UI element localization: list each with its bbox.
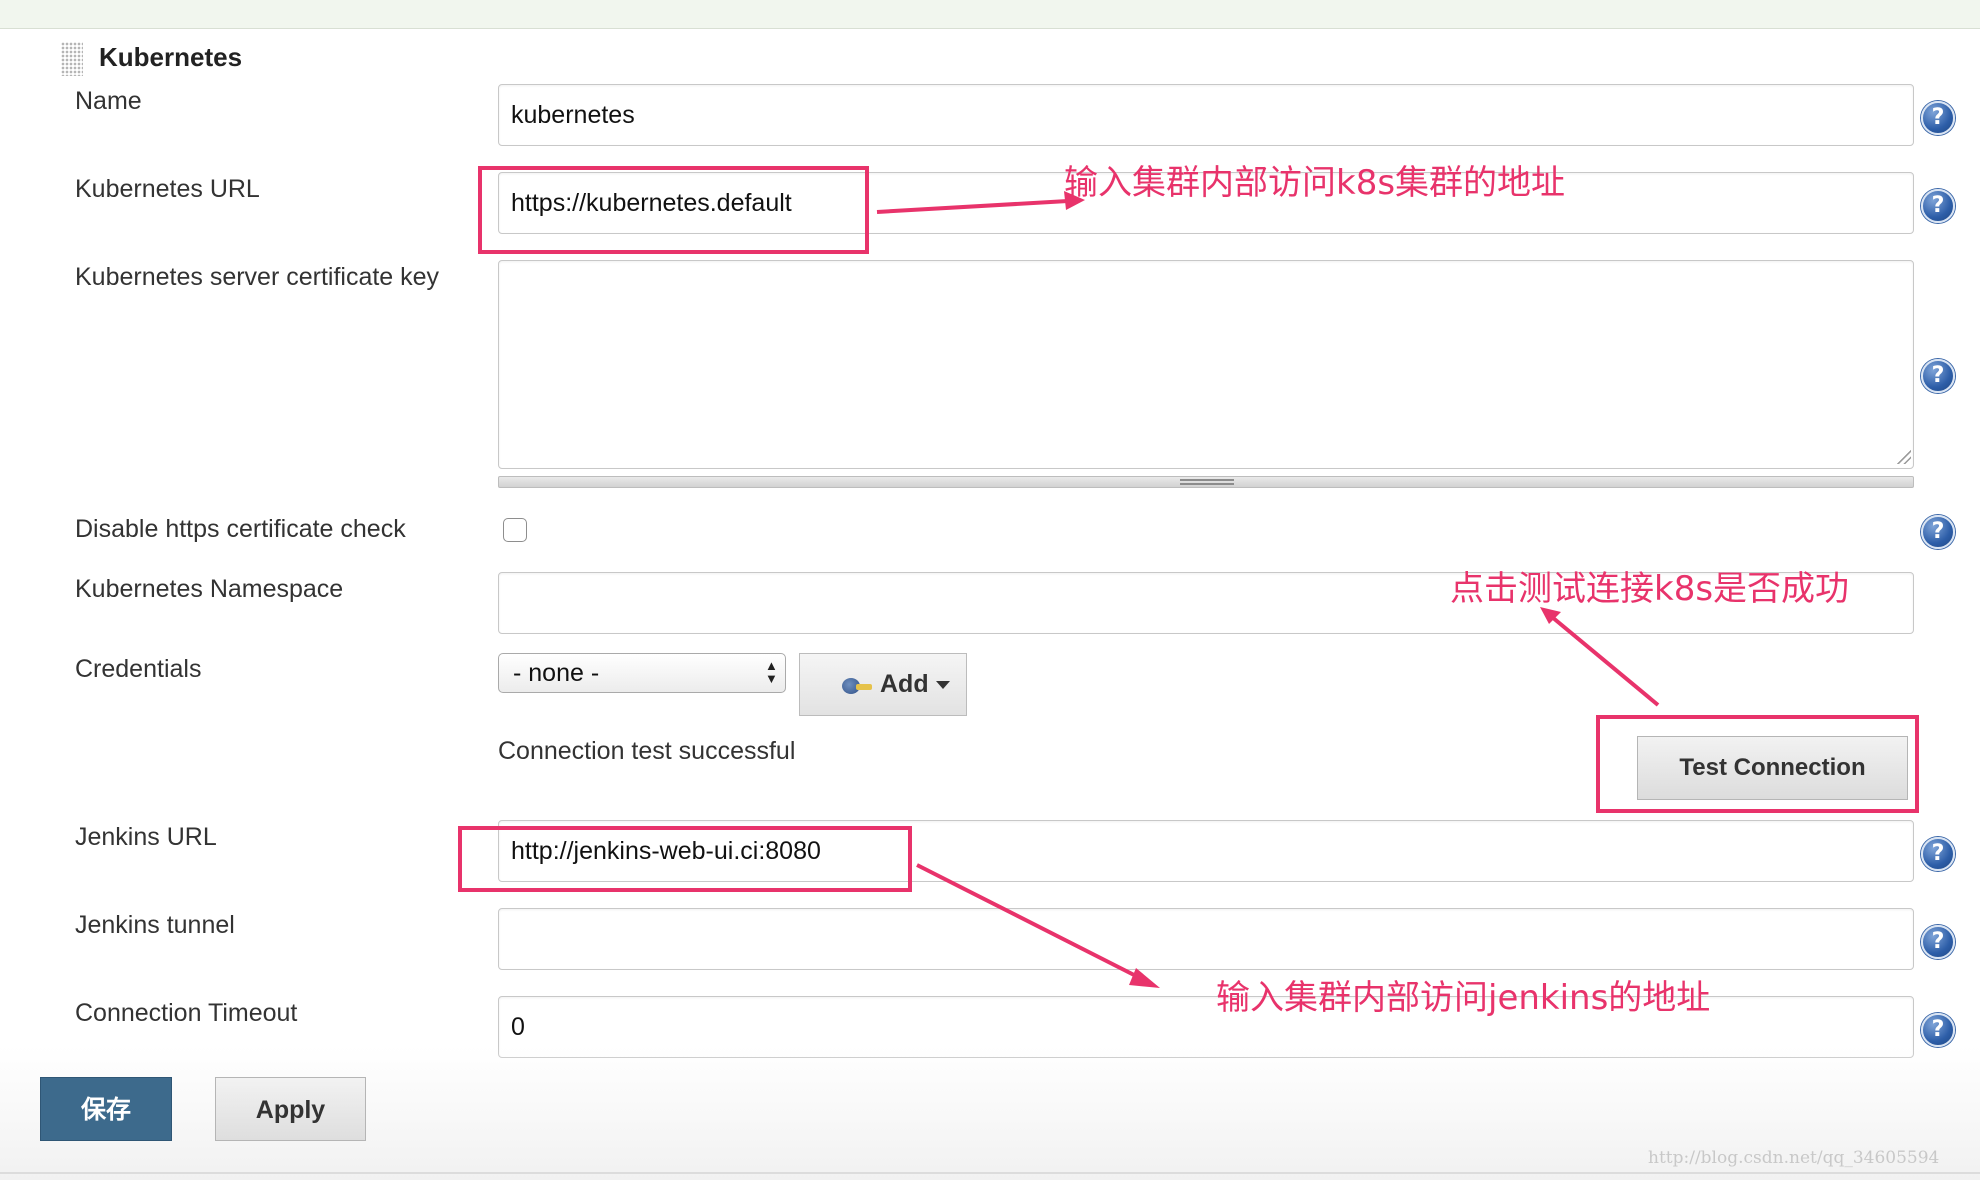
- connection-status-text: Connection test successful: [498, 737, 796, 765]
- textarea-resize-handle[interactable]: [1895, 448, 1911, 464]
- help-icon[interactable]: ?: [1921, 189, 1955, 223]
- section-title: Kubernetes: [99, 42, 243, 72]
- disable-https-check-label: Disable https certificate check: [75, 515, 406, 543]
- credentials-select[interactable]: - none - ▲ ▼: [498, 653, 786, 693]
- kubernetes-url-highlight-box: [478, 166, 869, 254]
- test-connection-annotation: 点击测试连接k8s是否成功: [1450, 569, 1850, 609]
- k8s-url-annotation: 输入集群内部访问k8s集群的地址: [1064, 163, 1566, 203]
- apply-button[interactable]: Apply: [215, 1077, 366, 1141]
- bottom-divider: [0, 1172, 1980, 1174]
- top-band: [0, 0, 1980, 29]
- watermark-text: http://blog.csdn.net/qq_34605594: [1648, 1148, 1940, 1168]
- credentials-selected-value: - none -: [513, 659, 600, 687]
- jenkins-tunnel-input[interactable]: [498, 908, 1914, 970]
- splitter-grip-icon: [1180, 479, 1234, 485]
- disable-https-check-checkbox[interactable]: [503, 518, 527, 542]
- name-input[interactable]: [498, 84, 1914, 146]
- kubernetes-url-label: Kubernetes URL: [75, 175, 260, 203]
- drag-handle-icon[interactable]: [61, 42, 83, 76]
- credentials-label: Credentials: [75, 655, 202, 683]
- test-connection-highlight-box: [1596, 715, 1919, 813]
- key-icon: [842, 676, 874, 698]
- connection-timeout-label: Connection Timeout: [75, 999, 298, 1027]
- select-arrows-icon: ▲ ▼: [765, 658, 778, 686]
- caret-down-icon: [936, 681, 950, 689]
- add-credentials-button[interactable]: Add: [799, 653, 967, 716]
- jenkins-url-highlight-box: [458, 826, 912, 892]
- server-certificate-key-label: Kubernetes server certificate key: [75, 263, 440, 291]
- help-icon[interactable]: ?: [1921, 515, 1955, 549]
- help-icon[interactable]: ?: [1921, 837, 1955, 871]
- save-button[interactable]: 保存: [40, 1077, 172, 1141]
- help-icon[interactable]: ?: [1921, 1013, 1955, 1047]
- help-icon[interactable]: ?: [1921, 359, 1955, 393]
- name-label: Name: [75, 87, 142, 115]
- help-icon[interactable]: ?: [1921, 101, 1955, 135]
- jenkins-kubernetes-config-page: Kubernetes Name ? Kubernetes URL ? Kuber…: [0, 0, 1980, 1180]
- help-icon[interactable]: ?: [1921, 925, 1955, 959]
- jenkins-url-label: Jenkins URL: [75, 823, 217, 851]
- jenkins-tunnel-label: Jenkins tunnel: [75, 911, 235, 939]
- namespace-label: Kubernetes Namespace: [75, 575, 344, 603]
- add-button-label: Add: [880, 670, 929, 698]
- server-certificate-key-textarea[interactable]: [498, 260, 1914, 469]
- jenkins-url-annotation: 输入集群内部访问jenkins的地址: [1216, 978, 1711, 1018]
